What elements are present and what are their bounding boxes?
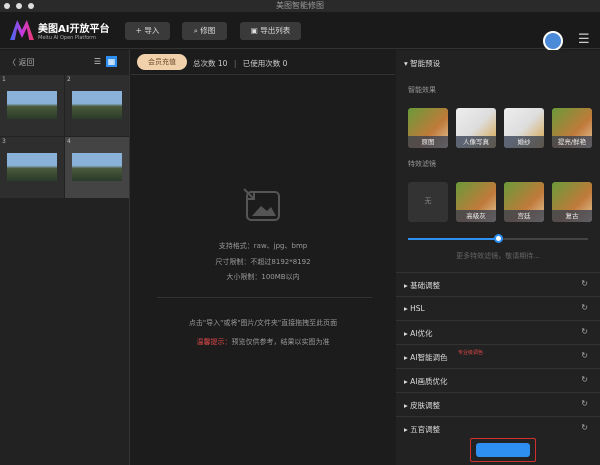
effect-portrait[interactable]: 人像写真 (456, 108, 496, 148)
section-badge: 专业级调色 (458, 350, 484, 356)
close-window-button[interactable] (4, 3, 10, 9)
back-button[interactable]: 〈 返回 (8, 57, 35, 68)
section-label: ▸ 五官调整 (404, 425, 441, 434)
usage-counts: 总次数 10 | 已使用次数 0 (193, 58, 287, 69)
section-label: ▸ HSL (404, 304, 425, 313)
reset-icon[interactable]: ↻ (581, 303, 588, 312)
brand-title: 美图AI开放平台 (38, 24, 110, 35)
file-limit-info: 大小限制：100MB以内 (226, 273, 300, 281)
effect-label: 人像写真 (456, 136, 496, 148)
thumbnail[interactable]: 3 (0, 137, 64, 198)
menu-icon[interactable]: ☰ (578, 32, 590, 47)
section-title: 基础调整 (410, 281, 441, 290)
reset-icon[interactable]: ↻ (581, 375, 588, 384)
effect-label: 提亮/鲜艳 (552, 136, 592, 148)
section-label: ▸ AI智能调色 (404, 353, 448, 362)
filter-palace[interactable]: 宫廷 (504, 182, 544, 222)
filter-retro[interactable]: 复古 (552, 182, 592, 222)
section-title: AI优化 (410, 329, 433, 338)
effect-wedding[interactable]: 婚纱 (504, 108, 544, 148)
thumbnail-image (72, 153, 122, 181)
export-list-button[interactable]: ▣ 导出列表 (240, 22, 301, 40)
section-1[interactable]: ▸ HSL ↻ (396, 296, 600, 320)
effect-label: 婚纱 (504, 136, 544, 148)
apply-button-fill (476, 443, 530, 457)
thumbnail[interactable]: 1 (0, 75, 64, 136)
smart-preset-title: 智能预设 (410, 59, 441, 68)
total-count: 总次数 10 (193, 59, 228, 68)
thumbnail-image (72, 91, 122, 119)
section-label: ▸ AI画质优化 (404, 377, 448, 386)
maximize-window-button[interactable] (28, 3, 34, 9)
meitu-logo-icon (10, 20, 34, 40)
filter-none[interactable]: 无 (408, 182, 448, 222)
reset-icon[interactable]: ↻ (581, 351, 588, 360)
drag-hint: 点击"导入"或将"图片/文件夹"直接拖拽至此页面 (188, 319, 338, 327)
section-title: HSL (410, 304, 425, 313)
section-6[interactable]: ▸ 五官调整 ↻ (396, 416, 600, 440)
slider-knob[interactable] (494, 234, 503, 243)
section-2[interactable]: ▸ AI优化 ↻ (396, 320, 600, 344)
section-4[interactable]: ▸ AI画质优化 ↻ (396, 368, 600, 392)
grid-view-icon[interactable]: ▦ (106, 56, 117, 67)
header: 美图AI开放平台 Meitu AI Open Platform + 导入 ⌕ 修… (0, 12, 600, 51)
title-bar: 美图智能修图 (0, 0, 600, 12)
vip-recharge-button[interactable]: 会员充值 (137, 54, 187, 70)
user-avatar[interactable] (543, 31, 563, 51)
smart-effects-title: 智能效果 (408, 86, 436, 94)
filter-label: 高级灰 (456, 210, 496, 222)
thumbnail-selected[interactable]: 4 (65, 137, 129, 198)
section-title: 皮肤调整 (410, 401, 441, 410)
drop-area[interactable]: 会员充值 总次数 10 | 已使用次数 0 支持格式：raw、jpg、bmp 尺… (131, 50, 395, 465)
used-count: 已使用次数 0 (242, 59, 288, 68)
section-3[interactable]: ▸ AI智能调色 专业级调色 ↻ (396, 344, 600, 368)
section-title: AI智能调色 (410, 353, 448, 362)
smart-preset-header[interactable]: ▾ 智能预设 (404, 58, 440, 69)
window-title: 美图智能修图 (276, 1, 324, 10)
image-list-panel: 〈 返回 ☰ ▦ 1 2 3 4 (0, 50, 130, 465)
section-label: ▸ 基础调整 (404, 281, 441, 290)
filter-strength-slider[interactable] (408, 234, 588, 243)
usage-bar: 会员充值 总次数 10 | 已使用次数 0 (131, 50, 395, 75)
tip: 温馨提示：预览仅供参考，结果以实图为准 (131, 337, 395, 347)
more-filters-text: 更多特效滤镜，敬请期待... (456, 252, 540, 260)
brand: 美图AI开放平台 Meitu AI Open Platform (38, 20, 109, 41)
tip-text: 预览仅供参考，结果以实图为准 (231, 338, 330, 346)
brand-subtitle: Meitu AI Open Platform (38, 35, 97, 41)
image-upload-icon (243, 188, 280, 221)
filters-title: 特效滤镜 (408, 160, 436, 168)
reset-icon[interactable]: ↻ (581, 423, 588, 432)
separator: | (233, 59, 237, 68)
section-5[interactable]: ▸ 皮肤调整 ↻ (396, 392, 600, 416)
size-limit-info: 尺寸限制：不超过8192*8192 (215, 258, 311, 266)
reset-icon[interactable]: ↻ (581, 327, 588, 336)
apply-button[interactable] (470, 438, 536, 462)
effect-label: 原图 (408, 136, 448, 148)
minimize-window-button[interactable] (16, 3, 22, 9)
reset-icon[interactable]: ↻ (581, 279, 588, 288)
thumbnail-image (7, 91, 57, 119)
effect-brighten[interactable]: 提亮/鲜艳 (552, 108, 592, 148)
section-label: ▸ AI优化 (404, 329, 433, 338)
section-title: 五官调整 (410, 425, 441, 434)
import-button[interactable]: + 导入 (125, 22, 170, 40)
divider (157, 297, 372, 298)
filter-gray[interactable]: 高级灰 (456, 182, 496, 222)
effect-original[interactable]: 原图 (408, 108, 448, 148)
tip-label: 温馨提示： (196, 338, 232, 346)
edit-button[interactable]: ⌕ 修图 (182, 22, 227, 40)
section-title: AI画质优化 (410, 377, 448, 386)
list-view-icon[interactable]: ☰ (92, 56, 103, 67)
adjust-panel: ▾ 智能预设 智能效果 原图 人像写真 婚纱 提亮/鲜艳 特效滤镜 无 高级灰 … (396, 50, 600, 465)
slider-fill (408, 238, 498, 240)
filter-label: 无 (424, 197, 432, 205)
reset-icon[interactable]: ↻ (581, 399, 588, 408)
section-label: ▸ 皮肤调整 (404, 401, 441, 410)
thumbnail-image (7, 153, 57, 181)
filter-label: 宫廷 (504, 210, 544, 222)
thumbnail[interactable]: 2 (65, 75, 129, 136)
filter-label: 复古 (552, 210, 592, 222)
format-info: 支持格式：raw、jpg、bmp (218, 242, 308, 250)
section-0[interactable]: ▸ 基础调整 ↻ (396, 272, 600, 296)
